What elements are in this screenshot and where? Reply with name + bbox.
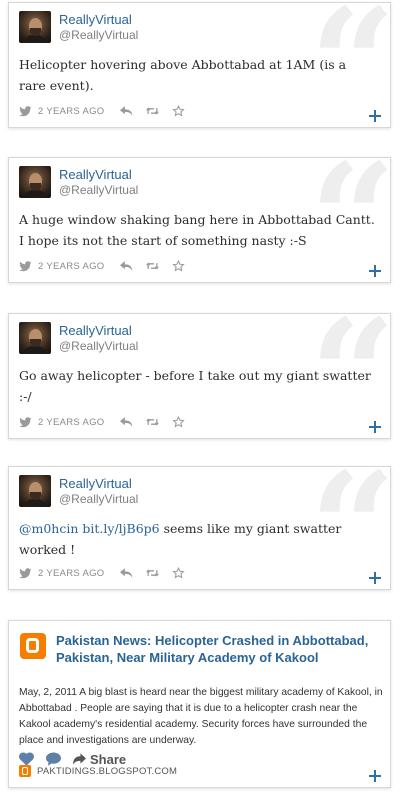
author-name[interactable]: ReallyVirtual bbox=[59, 323, 132, 338]
timestamp[interactable]: 2 YEARS AGO bbox=[38, 261, 105, 272]
author-name[interactable]: ReallyVirtual bbox=[59, 167, 132, 182]
expand-plus-icon[interactable] bbox=[369, 770, 381, 782]
reply-icon[interactable] bbox=[119, 105, 133, 117]
retweet-icon[interactable] bbox=[145, 105, 159, 117]
avatar[interactable] bbox=[19, 166, 51, 198]
tweet-card[interactable]: “ ReallyVirtual @ReallyVirtual Go away h… bbox=[8, 313, 391, 439]
tweet-text: @m0hcin bit.ly/ljB6p6 seems like my gian… bbox=[19, 518, 375, 560]
bird-icon bbox=[19, 416, 32, 427]
expand-plus-icon[interactable] bbox=[369, 265, 381, 277]
comment-bubble-icon[interactable] bbox=[46, 752, 61, 766]
expand-plus-icon[interactable] bbox=[369, 110, 381, 122]
favorite-star-icon[interactable] bbox=[171, 416, 185, 428]
avatar[interactable] bbox=[19, 475, 51, 507]
tweet-card[interactable]: “ ReallyVirtual @ReallyVirtual Helicopte… bbox=[8, 2, 391, 128]
author-name[interactable]: ReallyVirtual bbox=[59, 12, 132, 27]
avatar[interactable] bbox=[19, 322, 51, 354]
blog-post-title[interactable]: Pakistan News: Helicopter Crashed in Abb… bbox=[56, 632, 381, 666]
short-url-link[interactable]: bit.ly/ljB6p6 bbox=[82, 521, 159, 536]
like-heart-icon[interactable] bbox=[19, 752, 34, 766]
expand-plus-icon[interactable] bbox=[369, 572, 381, 584]
tweet-text: Helicopter hovering above Abbottabad at … bbox=[19, 57, 347, 93]
favorite-star-icon[interactable] bbox=[171, 260, 185, 272]
favorite-star-icon[interactable] bbox=[171, 567, 185, 579]
retweet-icon[interactable] bbox=[145, 260, 159, 272]
blogger-logo-icon bbox=[20, 633, 46, 659]
author-handle[interactable]: @ReallyVirtual bbox=[59, 339, 138, 353]
author-handle[interactable]: @ReallyVirtual bbox=[59, 28, 138, 42]
tweet-card[interactable]: “ ReallyVirtual @ReallyVirtual A huge wi… bbox=[8, 157, 391, 283]
avatar[interactable] bbox=[19, 11, 51, 43]
expand-plus-icon[interactable] bbox=[369, 421, 381, 433]
retweet-icon[interactable] bbox=[145, 567, 159, 579]
timestamp[interactable]: 2 YEARS AGO bbox=[38, 568, 105, 579]
reply-icon[interactable] bbox=[119, 567, 133, 579]
retweet-icon[interactable] bbox=[145, 416, 159, 428]
tweet-text: Go away helicopter - before I take out m… bbox=[19, 368, 371, 404]
bird-icon bbox=[19, 567, 32, 578]
tweet-text: A huge window shaking bang here in Abbot… bbox=[19, 212, 375, 248]
author-handle[interactable]: @ReallyVirtual bbox=[59, 183, 138, 197]
author-handle[interactable]: @ReallyVirtual bbox=[59, 492, 138, 506]
timestamp[interactable]: 2 YEARS AGO bbox=[38, 417, 105, 428]
blog-link-card[interactable]: Pakistan News: Helicopter Crashed in Abb… bbox=[8, 620, 391, 788]
blogger-favicon-icon bbox=[19, 765, 31, 777]
mention-link[interactable]: @m0hcin bbox=[19, 521, 78, 536]
author-name[interactable]: ReallyVirtual bbox=[59, 476, 132, 491]
reply-icon[interactable] bbox=[119, 260, 133, 272]
share-arrow-icon[interactable] bbox=[73, 753, 86, 765]
timestamp[interactable]: 2 YEARS AGO bbox=[38, 106, 105, 117]
bird-icon bbox=[19, 105, 32, 116]
bird-icon bbox=[19, 260, 32, 271]
blog-post-excerpt: May, 2, 2011 A big blast is heard near t… bbox=[19, 687, 383, 746]
reply-icon[interactable] bbox=[119, 416, 133, 428]
tweet-card[interactable]: “ ReallyVirtual @ReallyVirtual @m0hcin b… bbox=[8, 466, 391, 590]
favorite-star-icon[interactable] bbox=[171, 105, 185, 117]
blog-source-domain[interactable]: PAKTIDINGS.BLOGSPOT.COM bbox=[37, 766, 177, 777]
